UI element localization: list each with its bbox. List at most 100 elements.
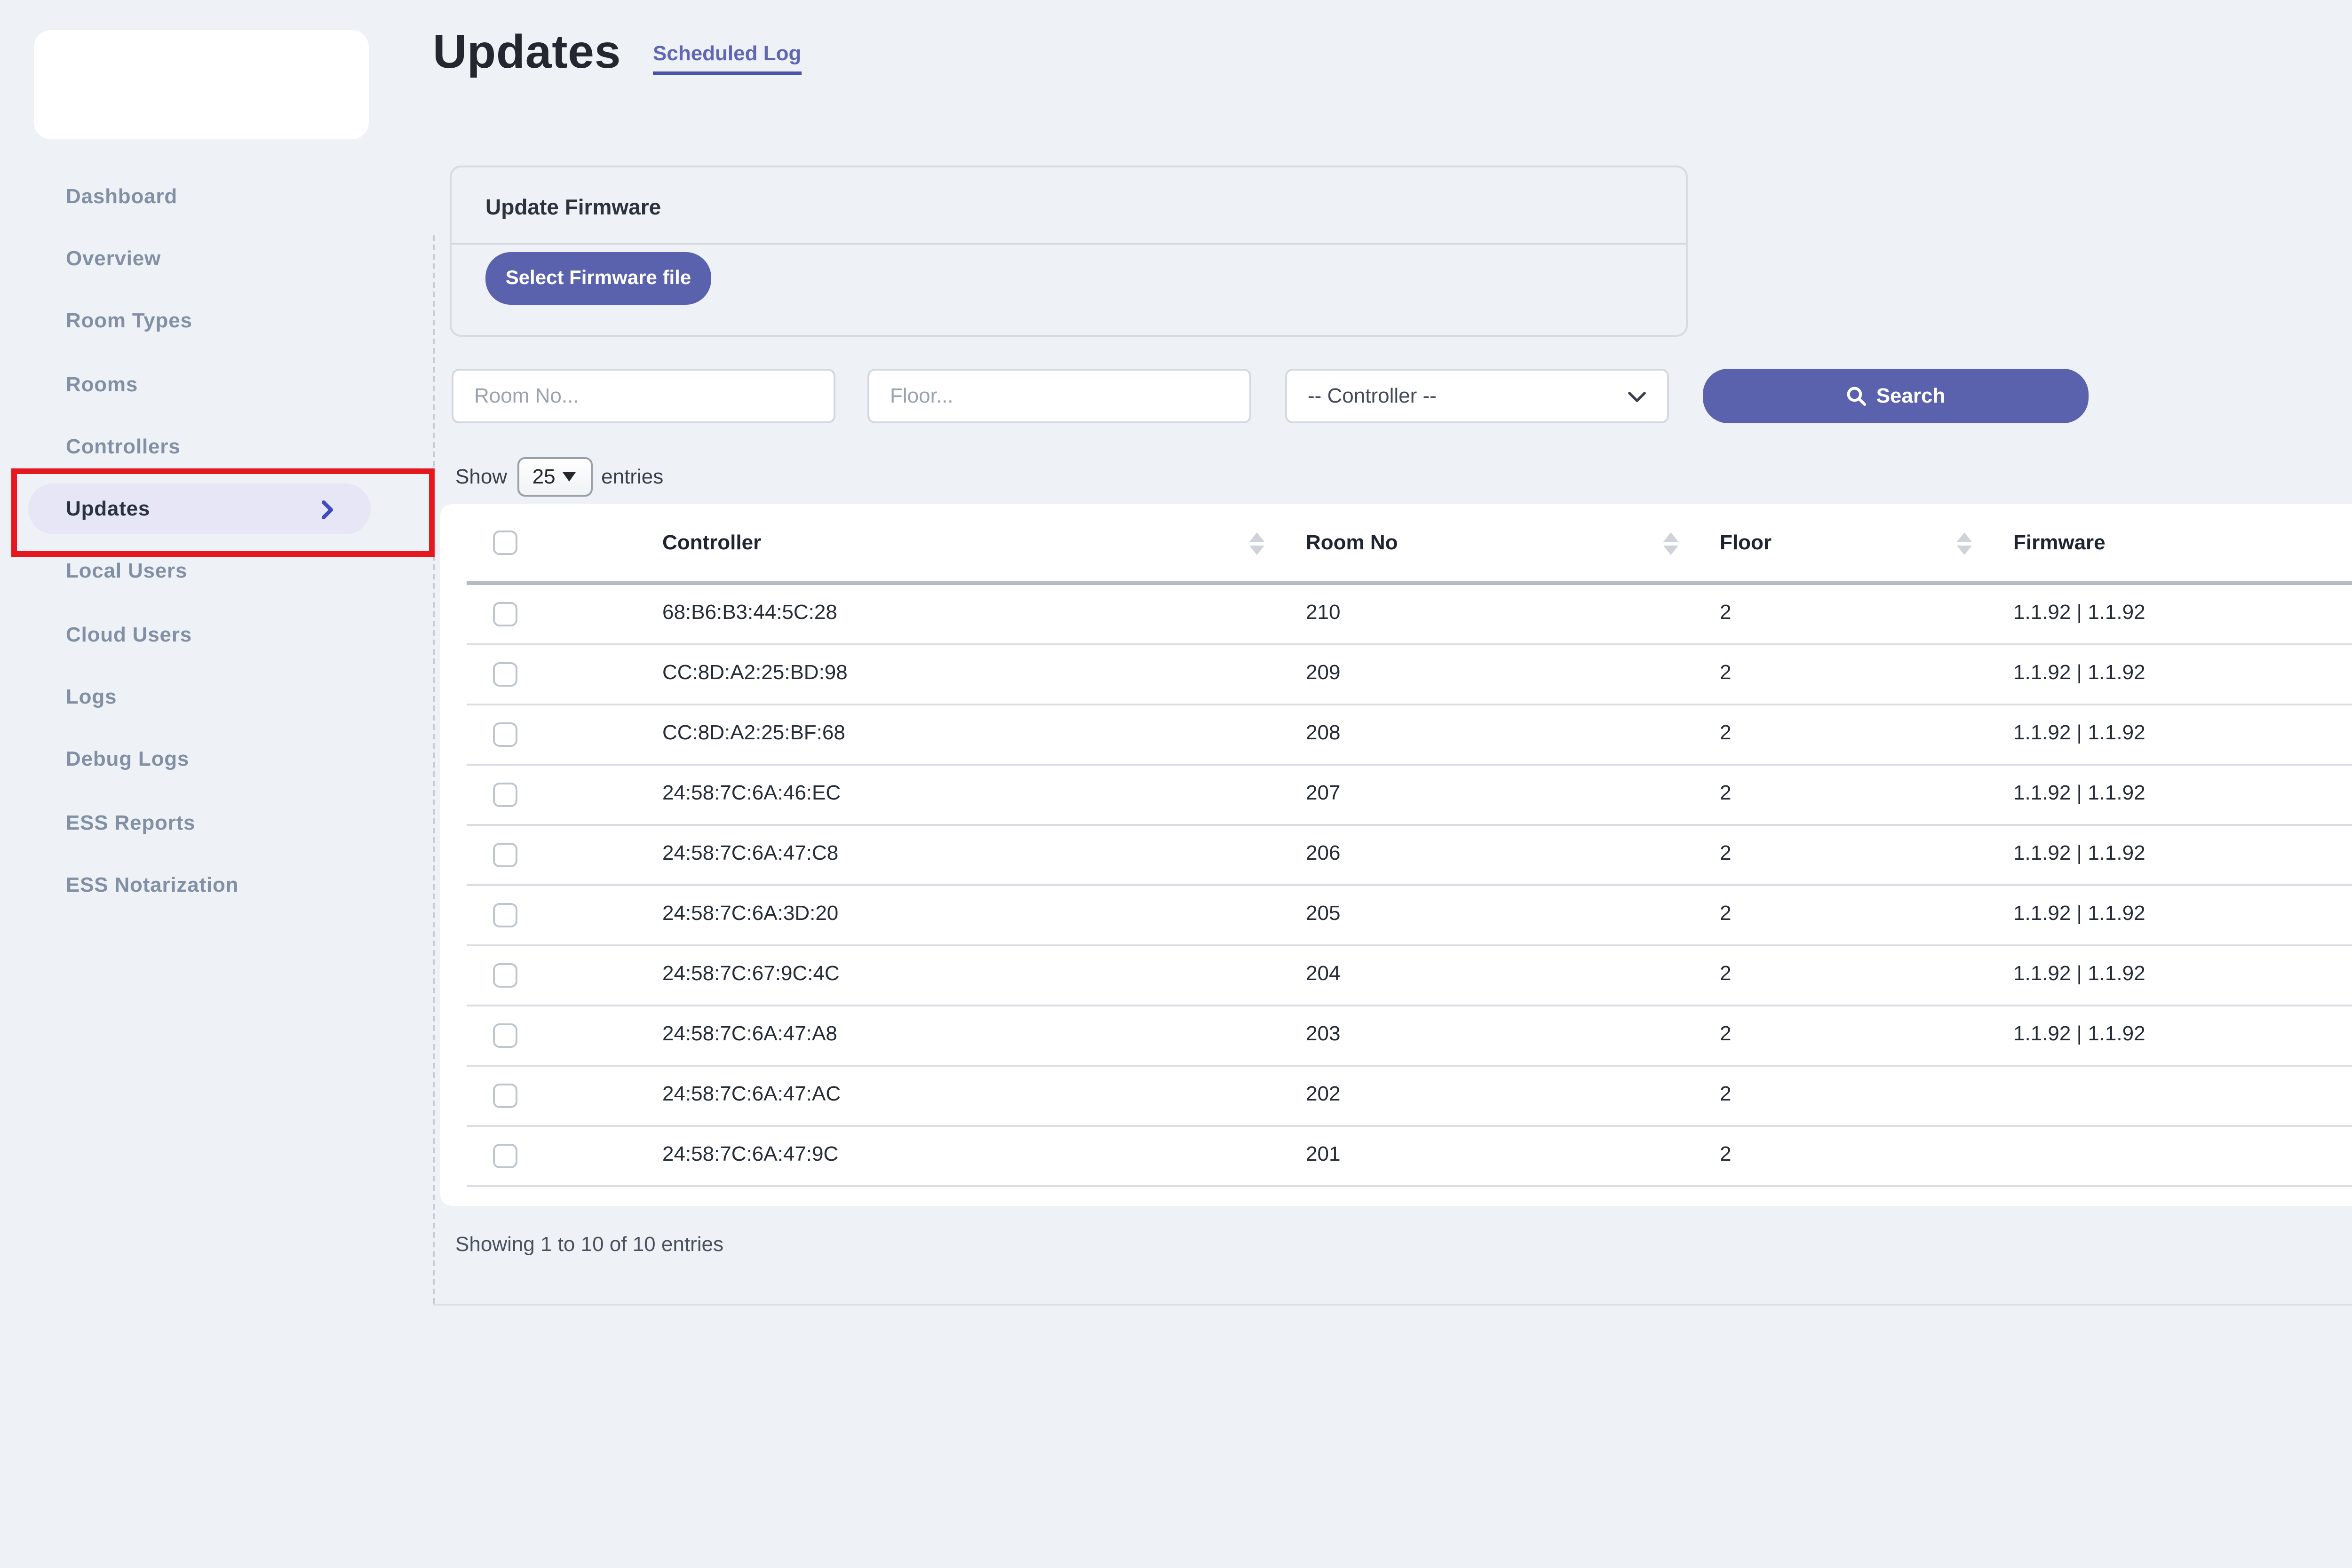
sort-icon (1249, 531, 1264, 554)
sidebar-item-rooms[interactable]: Rooms (0, 354, 433, 416)
sort-icon (1663, 531, 1678, 554)
controllers-table-card: Controller Room No Floor Firmware IP Add… (440, 504, 2352, 1206)
row-checkbox[interactable] (493, 842, 517, 866)
sidebar-item-debug-logs[interactable]: Debug Logs (0, 729, 433, 792)
sidebar-item-updates[interactable]: Updates (0, 479, 433, 541)
firmware-cell: 1.1.92 | 1.1.92 (1987, 824, 2352, 884)
controller-cell: CC:8D:A2:25:BD:98 (636, 643, 1279, 704)
room-no-cell: 203 (1279, 1005, 1693, 1065)
sidebar-item-dashboard[interactable]: Dashboard (0, 166, 433, 228)
sidebar-content-divider (433, 235, 435, 1304)
room-no-cell: 206 (1279, 824, 1693, 884)
page-size-value: 25 (532, 466, 556, 488)
chevron-down-icon (563, 472, 576, 482)
page-size-select[interactable]: 25 (516, 457, 592, 497)
table-row: 24:58:7C:6A:47:A8 203 2 1.1.92 | 1.1.92 (467, 1005, 2352, 1065)
table-row: 24:58:7C:6A:46:EC 207 2 1.1.92 | 1.1.92 (467, 764, 2352, 824)
search-icon (1846, 386, 1867, 406)
sidebar-item-overview[interactable]: Overview (0, 228, 433, 291)
firmware-cell: 1.1.92 | 1.1.92 (1987, 704, 2352, 764)
scheduled-log-link[interactable]: Scheduled Log (653, 43, 801, 75)
firmware-cell: 1.1.92 | 1.1.92 (1987, 764, 2352, 824)
row-checkbox[interactable] (493, 661, 517, 686)
floor-cell: 2 (1693, 1065, 1987, 1125)
sidebar-item-controllers[interactable]: Controllers (0, 416, 433, 479)
row-checkbox[interactable] (493, 1143, 517, 1167)
sidebar-item-label: Debug Logs (66, 749, 189, 772)
sidebar-item-ess-notarization[interactable]: ESS Notarization (0, 855, 433, 917)
content-bottom-divider (433, 1304, 2352, 1306)
row-checkbox[interactable] (493, 1083, 517, 1107)
floor-cell: 2 (1693, 884, 1987, 944)
sidebar-item-label: Controllers (66, 436, 181, 459)
chevron-down-icon (1628, 390, 1646, 402)
room-no-cell: 204 (1279, 944, 1693, 1005)
table-row: CC:8D:A2:25:BD:98 209 2 1.1.92 | 1.1.92 (467, 643, 2352, 704)
sort-icon (1957, 531, 1972, 554)
show-label: Show (455, 466, 507, 488)
floor-input[interactable] (867, 369, 1251, 423)
row-checkbox[interactable] (493, 962, 517, 987)
column-header-room-no[interactable]: Room No (1279, 504, 1693, 583)
floor-cell: 2 (1693, 583, 1987, 643)
sidebar-item-ess-reports[interactable]: ESS Reports (0, 792, 433, 855)
sidebar-item-label: ESS Notarization (66, 875, 238, 897)
floor-cell: 2 (1693, 1005, 1987, 1065)
row-checkbox[interactable] (493, 721, 517, 746)
search-button-label: Search (1876, 385, 1946, 407)
app-logo (34, 30, 369, 139)
sidebar-item-label: Logs (66, 687, 117, 709)
show-entries-row: Show 25 entries (455, 457, 663, 497)
sidebar-item-label: Dashboard (66, 186, 177, 208)
floor-cell: 2 (1693, 944, 1987, 1005)
sidebar-item-label: Rooms (66, 373, 138, 396)
table-row: 68:B6:B3:44:5C:28 210 2 1.1.92 | 1.1.92 (467, 583, 2352, 643)
firmware-cell: 1.1.92 | 1.1.92 (1987, 643, 2352, 704)
select-firmware-file-button[interactable]: Select Firmware file (485, 252, 711, 305)
column-header-firmware[interactable]: Firmware (1987, 504, 2352, 583)
select-all-checkbox[interactable] (493, 531, 517, 555)
table-row: 24:58:7C:6A:47:9C 201 2 (467, 1125, 2352, 1185)
firmware-cell: 1.1.92 | 1.1.92 (1987, 583, 2352, 643)
room-no-cell: 209 (1279, 643, 1693, 704)
controller-cell: 24:58:7C:6A:3D:20 (636, 884, 1279, 944)
card-divider (452, 243, 1686, 245)
room-no-cell: 208 (1279, 704, 1693, 764)
entries-label: entries (601, 466, 663, 488)
sidebar-item-logs[interactable]: Logs (0, 667, 433, 729)
sidebar-item-cloud-users[interactable]: Cloud Users (0, 604, 433, 666)
room-no-cell: 201 (1279, 1125, 1693, 1185)
search-button[interactable]: Search (1703, 369, 2089, 423)
controller-select[interactable]: -- Controller -- (1285, 369, 1669, 423)
controller-cell: 24:58:7C:6A:46:EC (636, 764, 1279, 824)
table-header-row: Controller Room No Floor Firmware IP Add… (467, 504, 2352, 583)
table-row: 24:58:7C:6A:47:AC 202 2 (467, 1065, 2352, 1125)
table-summary: Showing 1 to 10 of 10 entries (455, 1234, 723, 1257)
floor-cell: 2 (1693, 824, 1987, 884)
row-checkbox[interactable] (493, 1022, 517, 1047)
sidebar: Dashboard Overview Room Types Rooms Cont… (0, 166, 433, 917)
row-checkbox[interactable] (493, 602, 517, 626)
column-header-controller[interactable]: Controller (636, 504, 1279, 583)
sidebar-item-room-types[interactable]: Room Types (0, 291, 433, 353)
controller-cell: CC:8D:A2:25:BF:68 (636, 704, 1279, 764)
firmware-cell: 1.1.92 | 1.1.92 (1987, 1005, 2352, 1065)
sidebar-item-local-users[interactable]: Local Users (0, 541, 433, 604)
column-header-floor[interactable]: Floor (1693, 504, 1987, 583)
row-checkbox[interactable] (493, 902, 517, 927)
floor-cell: 2 (1693, 643, 1987, 704)
sidebar-item-label: Local Users (66, 562, 187, 584)
controller-select-value: -- Controller -- (1308, 385, 1437, 407)
firmware-cell (1987, 1065, 2352, 1125)
firmware-cell: 1.1.92 | 1.1.92 (1987, 944, 2352, 1005)
room-no-input[interactable] (452, 369, 835, 423)
room-no-cell: 205 (1279, 884, 1693, 944)
firmware-cell (1987, 1125, 2352, 1185)
controller-cell: 68:B6:B3:44:5C:28 (636, 583, 1279, 643)
firmware-cell: 1.1.92 | 1.1.92 (1987, 884, 2352, 944)
row-checkbox[interactable] (493, 782, 517, 806)
room-no-cell: 202 (1279, 1065, 1693, 1125)
sidebar-item-label: Room Types (66, 311, 192, 333)
floor-cell: 2 (1693, 1125, 1987, 1185)
table-row: 24:58:7C:67:9C:4C 204 2 1.1.92 | 1.1.92 (467, 944, 2352, 1005)
